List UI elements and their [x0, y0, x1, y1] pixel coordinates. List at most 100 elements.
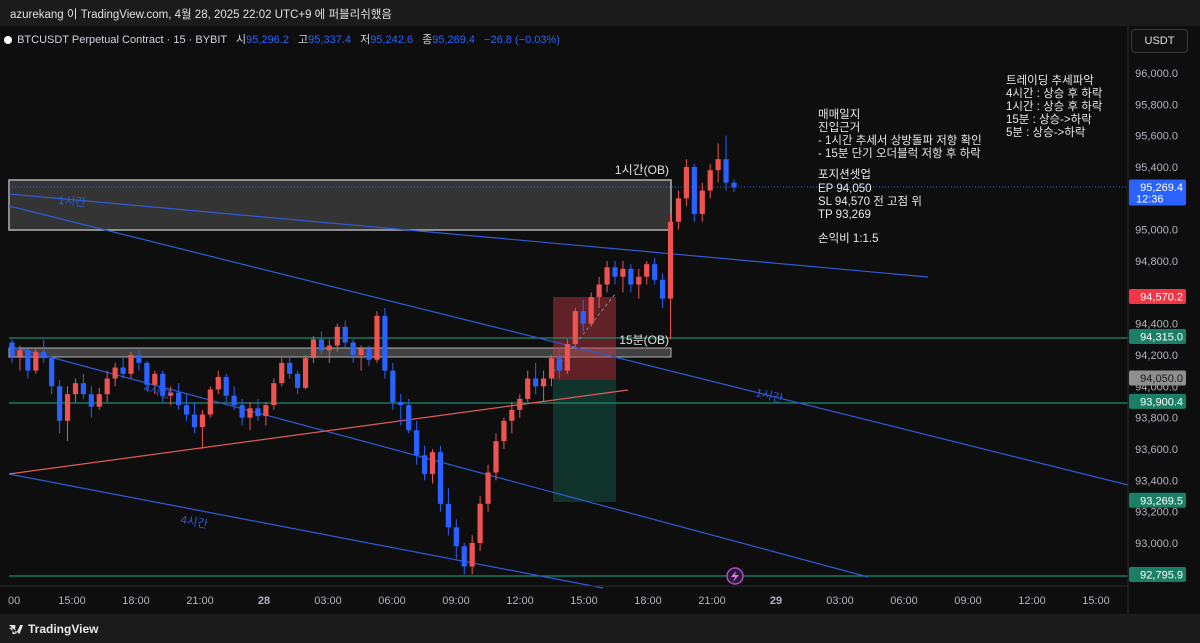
candle[interactable] [437, 445, 444, 512]
candle[interactable] [525, 370, 531, 402]
candle[interactable] [25, 348, 31, 379]
candle[interactable] [612, 261, 618, 285]
time-tick: 09:00 [954, 595, 982, 607]
tradingview-logo[interactable]: TradingView [9, 622, 98, 636]
candle[interactable] [49, 355, 55, 395]
price-axis[interactable]: 96,000.095,800.095,600.095,400.095,200.0… [1135, 68, 1178, 550]
candle-body [9, 342, 15, 357]
candle[interactable] [350, 339, 356, 363]
currency-button[interactable]: USDT [1131, 29, 1188, 53]
chart-pane[interactable]: BTCUSDT Perpetual Contract · 15 · BYBIT … [0, 26, 1200, 614]
candle[interactable] [374, 311, 380, 363]
candle[interactable] [509, 402, 515, 434]
candle[interactable] [263, 402, 269, 426]
candle[interactable] [620, 261, 626, 293]
candle[interactable] [493, 433, 499, 481]
candle[interactable] [485, 464, 491, 512]
candle-body [517, 398, 523, 410]
candle[interactable] [699, 182, 705, 222]
candle[interactable] [628, 264, 634, 293]
candle[interactable] [675, 190, 682, 230]
candle[interactable] [342, 320, 348, 348]
candle[interactable] [406, 398, 412, 434]
candle[interactable] [191, 402, 198, 434]
candle[interactable] [414, 420, 420, 465]
candle[interactable] [295, 370, 301, 395]
candle[interactable] [564, 339, 570, 374]
candle[interactable] [691, 163, 697, 222]
candle[interactable] [477, 496, 483, 551]
candle[interactable] [223, 373, 229, 402]
candle[interactable] [128, 351, 134, 379]
candle[interactable] [429, 449, 436, 484]
candle[interactable] [501, 417, 507, 449]
candle-body [104, 378, 110, 395]
candle[interactable] [104, 370, 110, 402]
candle[interactable] [72, 378, 79, 403]
candle[interactable] [683, 159, 689, 207]
candle[interactable] [707, 163, 713, 199]
candle[interactable] [572, 308, 578, 348]
candle[interactable] [9, 339, 15, 363]
candle[interactable] [469, 535, 475, 575]
time-tick: 21:00 [698, 595, 726, 607]
candle[interactable] [287, 355, 293, 379]
low-value: 95,242.6 [370, 34, 414, 46]
footer-bar: TradingView [0, 614, 1200, 643]
time-tick: 18:00 [634, 595, 662, 607]
candle[interactable] [80, 373, 87, 399]
candle[interactable] [604, 261, 610, 293]
candle[interactable] [88, 386, 94, 418]
candle[interactable] [652, 257, 658, 285]
candle[interactable] [176, 383, 182, 410]
candle-body [525, 378, 531, 399]
candle[interactable] [659, 273, 666, 308]
candle[interactable] [96, 387, 102, 410]
alert-lightning-icon[interactable] [726, 567, 744, 585]
price-chart[interactable]: 1시간(OB) 15분(OB) 1시간 1시간 4시간 4시간 트레이딩 추세파… [0, 26, 1200, 614]
candle[interactable] [731, 179, 737, 193]
candle[interactable] [279, 358, 285, 387]
candle[interactable] [588, 292, 594, 327]
candle[interactable] [310, 336, 317, 363]
candle[interactable] [271, 378, 277, 410]
candle-body [374, 315, 380, 360]
time-tick: 09:00 [442, 595, 470, 607]
candle[interactable] [667, 214, 674, 340]
trend-4h-label-a: 4시간 [142, 381, 172, 401]
candle[interactable] [215, 370, 221, 395]
candle[interactable] [723, 135, 729, 191]
candle[interactable] [64, 386, 71, 442]
time-axis[interactable]: 00 15:00 18:00 21:00 28 03:00 06:00 09:00 12:00 1… [8, 595, 1110, 607]
trade-reason-note[interactable]: 매매일지 진입근거 - 1시간 추세서 상방돌파 저항 확인 - 15분 단기 … [818, 107, 982, 245]
trend-analysis-note[interactable]: 트레이딩 추세파악 4시간 : 상승 후 하락 1시간 : 상승 후 하락 15… [1006, 74, 1103, 139]
candle[interactable] [382, 308, 388, 379]
candle[interactable] [255, 398, 261, 421]
price-tick: 93,400.0 [1135, 475, 1178, 487]
candle[interactable] [445, 488, 451, 536]
candle[interactable] [120, 358, 126, 379]
candle[interactable] [207, 386, 213, 418]
candle[interactable] [533, 362, 539, 395]
candle[interactable] [183, 394, 190, 421]
candle[interactable] [636, 268, 642, 299]
candle[interactable] [57, 380, 63, 434]
candle-body [564, 344, 570, 371]
ob-1h-label: 1시간(OB) [615, 163, 669, 177]
candle[interactable] [517, 394, 523, 418]
candle[interactable] [421, 445, 428, 481]
candle[interactable] [302, 355, 309, 390]
candle[interactable] [540, 370, 547, 402]
candle[interactable] [112, 362, 118, 387]
candle[interactable] [199, 409, 206, 449]
close-label: 종 [422, 34, 433, 46]
candle[interactable] [644, 261, 650, 285]
candle[interactable] [453, 519, 459, 559]
candle[interactable] [247, 402, 253, 431]
trendline-4h-lower[interactable] [8, 473, 604, 589]
time-tick: 29 [770, 595, 782, 607]
candle[interactable] [461, 543, 467, 575]
candle[interactable] [358, 345, 364, 371]
candle[interactable] [715, 143, 721, 183]
candle-body [128, 355, 134, 374]
